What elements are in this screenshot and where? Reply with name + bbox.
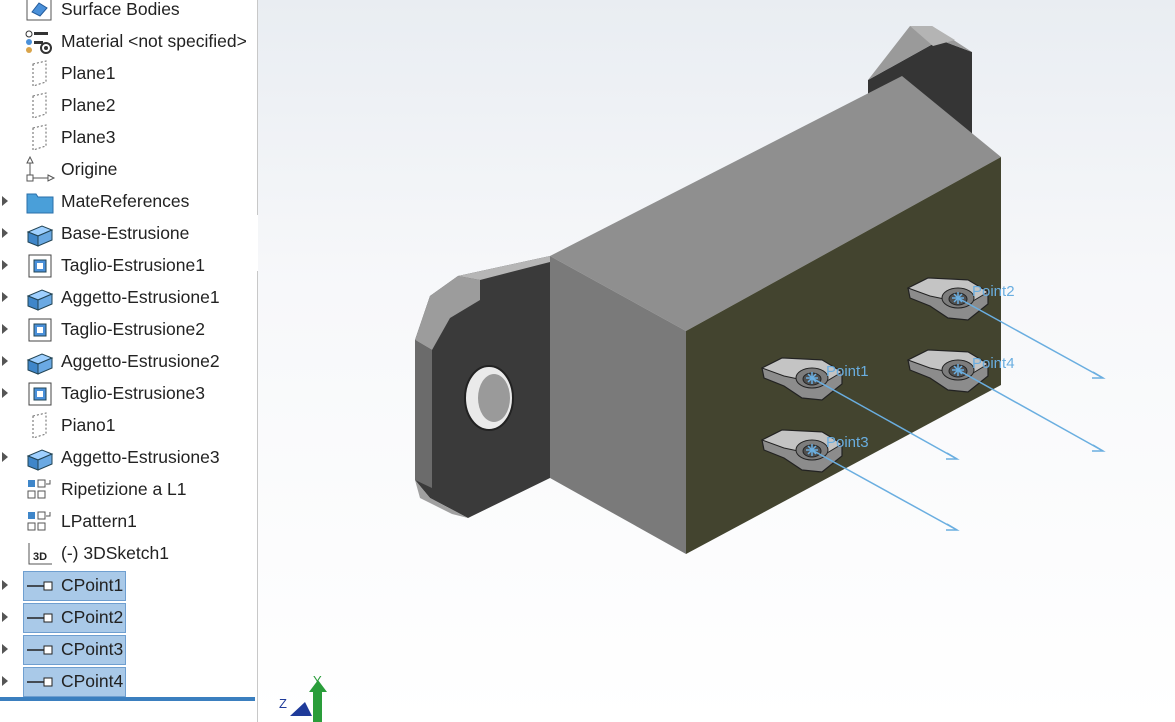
tree-item[interactable]: Piano1 (0, 410, 257, 442)
linear-pattern-icon (24, 508, 56, 536)
connection-point-icon (24, 668, 56, 696)
tree-item[interactable]: Taglio-Estrusione2 (0, 314, 257, 346)
tree-item-label: Plane2 (61, 95, 116, 115)
triad-y-label: Y (313, 673, 322, 688)
tree-item[interactable]: Material <not specified> (0, 26, 257, 58)
expand-arrow-icon[interactable] (2, 452, 8, 462)
boss-extrude-icon (24, 348, 56, 376)
tree-item-label: Ripetizione a L1 (61, 479, 187, 499)
material-icon (24, 28, 56, 56)
tree-item[interactable]: Aggetto-Estrusione2 (0, 346, 257, 378)
plane-icon (24, 60, 56, 88)
tree-item-label: MateReferences (61, 191, 190, 211)
boss-extrude-icon (24, 284, 56, 312)
expand-arrow-icon[interactable] (2, 196, 8, 206)
tree-item-label: Material <not specified> (61, 31, 247, 51)
tree-bottom-divider (0, 697, 255, 701)
tree-item[interactable]: Taglio-Estrusione3 (0, 378, 257, 410)
tree-item[interactable]: 3D (-) 3DSketch1 (0, 538, 257, 570)
expand-arrow-icon[interactable] (2, 292, 8, 302)
connection-point-icon (24, 572, 56, 600)
tree-item-label: Origine (61, 159, 118, 179)
tree-item-label: Aggetto-Estrusione3 (61, 447, 220, 467)
tree-item-label: Aggetto-Estrusione1 (61, 287, 220, 307)
point-label-4: Point4 (972, 355, 1015, 372)
expand-arrow-icon[interactable] (2, 356, 8, 366)
tree-item[interactable]: Taglio-Estrusione1 (0, 250, 257, 282)
tree-item[interactable]: Ripetizione a L1 (0, 474, 257, 506)
tree-item-label: Surface Bodies (61, 0, 180, 19)
expand-arrow-icon[interactable] (2, 612, 8, 622)
tree-item[interactable]: Plane2 (0, 90, 257, 122)
expand-arrow-icon[interactable] (2, 580, 8, 590)
expand-arrow-icon[interactable] (2, 388, 8, 398)
tree-item-label: Base-Estrusione (61, 223, 190, 243)
cut-extrude-icon (24, 252, 56, 280)
plane-icon (24, 412, 56, 440)
cut-extrude-icon (24, 316, 56, 344)
cut-extrude-icon (24, 380, 56, 408)
point-label-2: Point2 (972, 283, 1015, 300)
expand-arrow-icon[interactable] (2, 324, 8, 334)
expand-arrow-icon[interactable] (2, 676, 8, 686)
tree-item-label: Piano1 (61, 415, 116, 435)
tree-item-label: Taglio-Estrusione1 (61, 255, 205, 275)
surface-bodies-icon (24, 0, 56, 24)
tree-item[interactable]: Plane1 (0, 58, 257, 90)
expand-arrow-icon[interactable] (2, 228, 8, 238)
front-flange[interactable] (415, 256, 550, 518)
tree-item-label: CPoint4 (61, 671, 124, 691)
tree-item-label: CPoint1 (61, 575, 124, 595)
model-canvas[interactable]: Point1 Point2 Point3 Point4 Y Z (258, 0, 1175, 722)
boss-extrude-icon (24, 444, 56, 472)
expand-arrow-icon[interactable] (2, 260, 8, 270)
point-label-1: Point1 (826, 363, 869, 380)
origin-icon (24, 155, 56, 184)
tree-item[interactable]: CPoint4 (0, 666, 257, 698)
connection-point-icon (24, 604, 56, 632)
tree-item-label: CPoint3 (61, 639, 124, 659)
connection-point-icon (24, 636, 56, 664)
svg-text:3D: 3D (33, 551, 47, 563)
plane-icon (24, 124, 56, 152)
plane-icon (24, 92, 56, 120)
triad-z-label: Z (279, 696, 287, 711)
point-label-3: Point3 (826, 434, 869, 451)
tree-item[interactable]: MateReferences (0, 186, 257, 218)
sketch-3d-icon: 3D (24, 540, 56, 568)
tree-item[interactable]: CPoint2 (0, 602, 257, 634)
expand-arrow-icon[interactable] (2, 644, 8, 654)
tree-item-label: Taglio-Estrusione3 (61, 383, 205, 403)
tree-item-label: CPoint2 (61, 607, 124, 627)
graphics-viewport[interactable]: Point1 Point2 Point3 Point4 Y Z (258, 0, 1175, 722)
tree-item-label: Plane1 (61, 63, 116, 83)
tree-item[interactable]: Origine (0, 154, 257, 186)
linear-pattern-icon (24, 476, 56, 504)
tree-item-label: LPattern1 (61, 511, 137, 531)
boss-extrude-icon (24, 220, 56, 248)
feature-manager-tree: Surface Bodies Material <not specified> Pl… (0, 0, 258, 722)
tree-item-label: Plane3 (61, 127, 116, 147)
tree-item[interactable]: Aggetto-Estrusione3 (0, 442, 257, 474)
tree-item[interactable]: CPoint1 (0, 570, 257, 602)
tree-item[interactable]: Surface Bodies (0, 0, 257, 26)
tree-item[interactable]: Aggetto-Estrusione1 (0, 282, 257, 314)
tree-item[interactable]: LPattern1 (0, 506, 257, 538)
view-triad[interactable]: Y Z (279, 673, 327, 722)
tree-item[interactable]: Base-Estrusione (0, 218, 257, 250)
tree-item[interactable]: CPoint3 (0, 634, 257, 666)
tree-item-label: (-) 3DSketch1 (61, 543, 169, 563)
tree-item[interactable]: Plane3 (0, 122, 257, 154)
tree-item-label: Taglio-Estrusione2 (61, 319, 205, 339)
tree-item-label: Aggetto-Estrusione2 (61, 351, 220, 371)
folder-icon (24, 188, 56, 216)
